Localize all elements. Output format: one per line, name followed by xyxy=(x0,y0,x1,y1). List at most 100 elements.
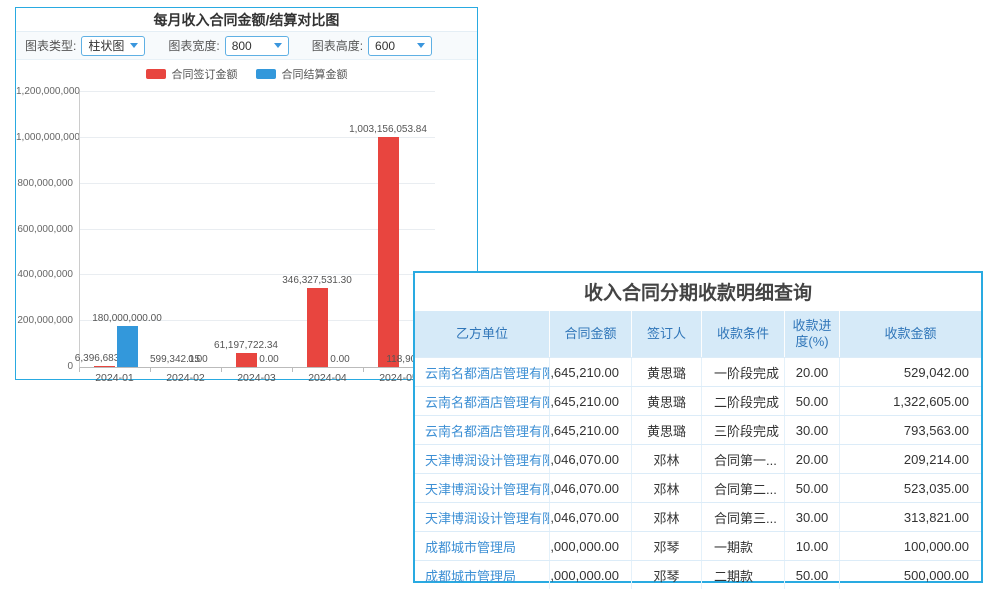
table-cell: 黄思璐 xyxy=(632,387,702,415)
table-cell: 二阶段完成 xyxy=(702,387,785,415)
header-cell: 收款条件 xyxy=(702,311,785,357)
chart-height-label: 图表高度: xyxy=(312,37,363,54)
table-cell: 30.00 xyxy=(785,503,840,531)
table-cell: 50.00 xyxy=(785,474,840,502)
table-cell: 邓琴 xyxy=(632,561,702,589)
table-cell: 二期款 xyxy=(702,561,785,589)
table-row: 云南名都酒店管理有限公2,645,210.00黄思璐三阶段完成30.00793,… xyxy=(415,415,981,444)
company-link[interactable]: 云南名都酒店管理有限公 xyxy=(415,416,550,444)
table-header-row: 乙方单位合同金额签订人收款条件收款进度(%)收款金额 xyxy=(415,311,981,357)
table-cell: 2,645,210.00 xyxy=(550,416,632,444)
table-cell: 2,645,210.00 xyxy=(550,358,632,386)
bar-value-label: 1,003,156,053.84 xyxy=(349,124,427,135)
table-cell: 邓林 xyxy=(632,445,702,473)
header-cell: 收款金额 xyxy=(840,311,981,357)
header-cell: 合同金额 xyxy=(550,311,632,357)
table-title: 收入合同分期收款明细查询 xyxy=(415,273,981,311)
bar-value-label: 0.00 xyxy=(259,354,278,365)
table-cell: 邓琴 xyxy=(632,532,702,560)
company-link[interactable]: 天津博润设计管理有限公 xyxy=(415,474,550,502)
chart-width-value: 800 xyxy=(232,39,252,53)
table-row: 云南名都酒店管理有限公2,645,210.00黄思璐一阶段完成20.00529,… xyxy=(415,357,981,386)
company-link[interactable]: 天津博润设计管理有限公 xyxy=(415,445,550,473)
chart-width-label: 图表宽度: xyxy=(168,37,219,54)
table-cell: 209,214.00 xyxy=(840,445,981,473)
table-cell: 10.00 xyxy=(785,532,840,560)
table-row: 天津博润设计管理有限公1,046,070.00邓林合同第二...50.00523… xyxy=(415,473,981,502)
legend-item[interactable]: 合同结算金额 xyxy=(256,66,348,82)
company-link[interactable]: 成都城市管理局 xyxy=(415,561,550,589)
chart-panel-title: 每月收入合同金额/结算对比图 xyxy=(16,8,477,31)
bar xyxy=(307,288,328,367)
company-link[interactable]: 云南名都酒店管理有限公 xyxy=(415,358,550,386)
y-axis-label: 1,000,000,000 xyxy=(16,132,73,143)
x-axis-tick xyxy=(221,368,222,372)
table-cell: 50.00 xyxy=(785,561,840,589)
chart-type-value: 柱状图 xyxy=(88,37,124,54)
table-cell: 793,563.00 xyxy=(840,416,981,444)
company-link[interactable]: 天津博润设计管理有限公 xyxy=(415,503,550,531)
y-axis-label: 600,000,000 xyxy=(16,224,73,235)
chart-width-select[interactable]: 800 xyxy=(225,36,289,56)
table-cell: 一阶段完成 xyxy=(702,358,785,386)
bar xyxy=(117,326,138,367)
table-row: 成都城市管理局1,000,000.00邓琴一期款10.00100,000.00 xyxy=(415,531,981,560)
y-axis-label: 400,000,000 xyxy=(16,269,73,280)
bar-value-label: 0.00 xyxy=(330,354,349,365)
table-cell: 20.00 xyxy=(785,445,840,473)
header-cell: 乙方单位 xyxy=(415,311,550,357)
y-axis-label: 1,200,000,000 xyxy=(16,86,73,97)
chart-legend: 合同签订金额 合同结算金额 xyxy=(16,66,477,82)
company-link[interactable]: 云南名都酒店管理有限公 xyxy=(415,387,550,415)
chart-height-value: 600 xyxy=(375,39,395,53)
legend-item[interactable]: 合同签订金额 xyxy=(146,66,238,82)
bar-value-label: 0.00 xyxy=(188,354,207,365)
table-cell: 529,042.00 xyxy=(840,358,981,386)
bar xyxy=(94,366,115,367)
x-axis-tick xyxy=(292,368,293,372)
bar-value-label: 346,327,531.30 xyxy=(282,275,352,286)
table-cell: 50.00 xyxy=(785,387,840,415)
chevron-down-icon xyxy=(417,43,425,48)
bar xyxy=(378,137,399,367)
legend-label: 合同结算金额 xyxy=(282,66,348,82)
table-cell: 黄思璐 xyxy=(632,416,702,444)
legend-label: 合同签订金额 xyxy=(172,66,238,82)
table-cell: 合同第二... xyxy=(702,474,785,502)
table-cell: 1,046,070.00 xyxy=(550,503,632,531)
table-cell: 1,000,000.00 xyxy=(550,561,632,589)
gridline xyxy=(80,91,435,92)
table-row: 成都城市管理局1,000,000.00邓琴二期款50.00500,000.00 xyxy=(415,560,981,589)
table-row: 云南名都酒店管理有限公2,645,210.00黄思璐二阶段完成50.001,32… xyxy=(415,386,981,415)
table-cell: 30.00 xyxy=(785,416,840,444)
table-cell: 一期款 xyxy=(702,532,785,560)
x-axis-label: 2024-02 xyxy=(151,372,221,384)
table-cell: 邓林 xyxy=(632,474,702,502)
table-cell: 313,821.00 xyxy=(840,503,981,531)
legend-swatch xyxy=(146,69,166,79)
table-cell: 500,000.00 xyxy=(840,561,981,589)
chart-controls-bar: 图表类型: 柱状图 图表宽度: 800 图表高度: 600 xyxy=(16,31,477,60)
table-cell: 1,000,000.00 xyxy=(550,532,632,560)
table-cell: 2,645,210.00 xyxy=(550,387,632,415)
table-cell: 合同第一... xyxy=(702,445,785,473)
table-cell: 20.00 xyxy=(785,358,840,386)
table-cell: 1,322,605.00 xyxy=(840,387,981,415)
table-cell: 黄思璐 xyxy=(632,358,702,386)
chevron-down-icon xyxy=(274,43,282,48)
table-cell: 三阶段完成 xyxy=(702,416,785,444)
chart-height-select[interactable]: 600 xyxy=(368,36,432,56)
table-row: 天津博润设计管理有限公1,046,070.00邓林合同第三...30.00313… xyxy=(415,502,981,531)
table-cell: 邓林 xyxy=(632,503,702,531)
company-link[interactable]: 成都城市管理局 xyxy=(415,532,550,560)
chart-type-label: 图表类型: xyxy=(25,37,76,54)
bar-value-label: 61,197,722.34 xyxy=(214,340,278,351)
chart-type-select[interactable]: 柱状图 xyxy=(81,36,145,56)
table-body: 云南名都酒店管理有限公2,645,210.00黄思璐一阶段完成20.00529,… xyxy=(415,357,981,589)
chevron-down-icon xyxy=(130,43,138,48)
table-cell: 1,046,070.00 xyxy=(550,474,632,502)
y-axis-label: 800,000,000 xyxy=(16,178,73,189)
header-cell: 签订人 xyxy=(632,311,702,357)
chart-plot: 6,396,683.50599,342.1561,197,722.34346,3… xyxy=(79,92,435,368)
table-cell: 合同第三... xyxy=(702,503,785,531)
